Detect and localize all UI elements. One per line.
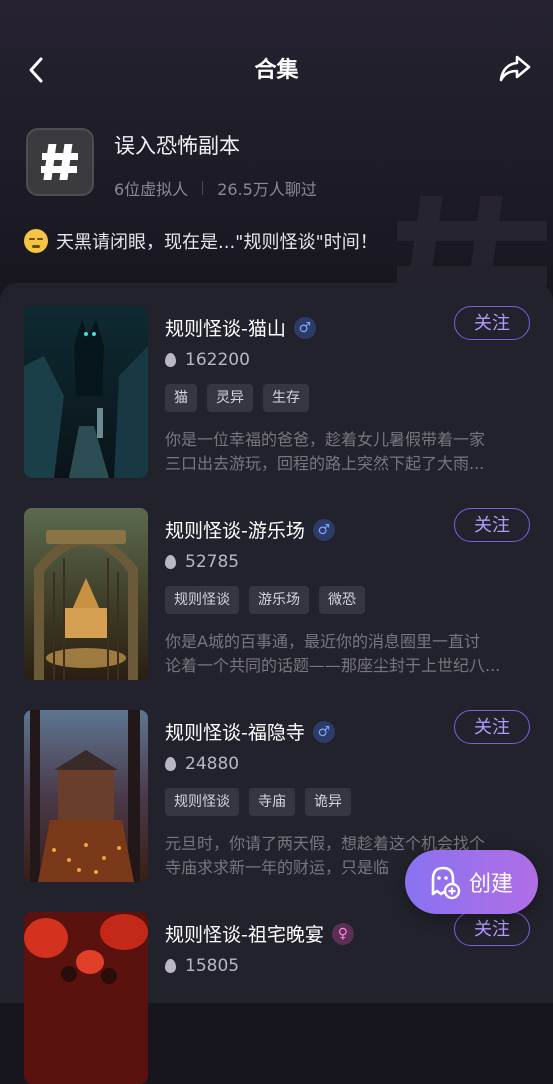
chat-count: 26.5万人聊过 [217, 180, 317, 199]
description-line: 你是一位幸福的爸爸，趁着女儿暑假带着一家 [165, 430, 486, 449]
tag[interactable]: 生存 [263, 384, 309, 412]
tag-list: 规则怪谈 游乐场 微恐 [165, 586, 375, 614]
ghost-plus-icon [431, 866, 461, 900]
flame-icon [165, 757, 176, 771]
tag[interactable]: 规则怪谈 [165, 586, 239, 614]
male-icon: ♂ [293, 316, 316, 339]
cover-image [24, 710, 148, 882]
persona-title: 规则怪谈-祖宅晚宴 ♀ [165, 920, 354, 947]
persona-title-text: 规则怪谈-祖宅晚宴 [165, 924, 324, 946]
list-item[interactable]: 规则怪谈-祖宅晚宴 ♀ 关注 15805 [24, 912, 530, 1084]
list-item[interactable]: 规则怪谈-游乐场 ♂ 关注 52785 规则怪谈 游乐场 微恐 你是A城的百事通… [24, 508, 530, 680]
tag-list: 猫 灵异 生存 [165, 384, 319, 412]
collection-stats: 6位虚拟人 26.5万人聊过 [114, 176, 317, 200]
popularity-count: 52785 [165, 552, 239, 572]
top-bar: 合集 [0, 36, 553, 100]
description-line: 论着一个共同的话题——那座尘封于上世纪八... [165, 656, 501, 675]
popularity-value: 24880 [185, 754, 240, 774]
persona-title: 规则怪谈-猫山 ♂ [165, 314, 316, 341]
cover-image [24, 306, 148, 478]
popularity-count: 24880 [165, 754, 239, 774]
page-title: 合集 [254, 58, 299, 83]
popularity-value: 162200 [185, 350, 250, 370]
flame-icon [165, 555, 176, 569]
cover-image [24, 912, 148, 1084]
collection-hash-icon [26, 128, 94, 196]
flame-icon [165, 353, 176, 367]
popularity-count: 15805 [165, 956, 239, 976]
follow-button[interactable]: 关注 [454, 306, 530, 340]
persona-title-text: 规则怪谈-猫山 [165, 318, 286, 340]
create-button-label: 创建 [469, 872, 514, 897]
share-button[interactable] [495, 50, 535, 86]
cover-image [24, 508, 148, 680]
description-line: 三口出去游玩，回程的路上突然下起了大雨... [165, 454, 485, 473]
flame-icon [165, 959, 176, 973]
stats-divider [202, 181, 204, 195]
male-icon: ♂ [312, 720, 335, 743]
follow-button[interactable]: 关注 [454, 710, 530, 744]
background-hash-icon [397, 196, 547, 296]
popularity-value: 52785 [185, 552, 240, 572]
tag[interactable]: 灵异 [207, 384, 253, 412]
persona-title: 规则怪谈-游乐场 ♂ [165, 516, 335, 543]
follow-button[interactable]: 关注 [454, 912, 530, 946]
female-icon: ♀ [331, 922, 354, 945]
description-line: 你是A城的百事通，最近你的消息圈里一直讨 [165, 632, 480, 651]
sleepy-face-icon [24, 229, 48, 253]
popularity-value: 15805 [185, 956, 240, 976]
persona-title-text: 规则怪谈-福隐寺 [165, 722, 305, 744]
collection-description-text: 天黑请闭眼，现在是..."规则怪谈"时间！ [56, 232, 378, 253]
persona-count: 6位虚拟人 [114, 180, 189, 199]
tag[interactable]: 诡异 [305, 788, 351, 816]
create-button[interactable]: 创建 [405, 850, 538, 914]
tag-list: 规则怪谈 寺庙 诡异 [165, 788, 361, 816]
male-icon: ♂ [312, 518, 335, 541]
popularity-count: 162200 [165, 350, 250, 370]
tag[interactable]: 游乐场 [249, 586, 309, 614]
follow-button[interactable]: 关注 [454, 508, 530, 542]
tag[interactable]: 微恐 [319, 586, 365, 614]
persona-description: 你是一位幸福的爸爸，趁着女儿暑假带着一家 三口出去游玩，回程的路上突然下起了大雨… [165, 428, 527, 476]
list-item[interactable]: 规则怪谈-猫山 ♂ 关注 162200 猫 灵异 生存 你是一位幸福的爸爸，趁着… [24, 306, 530, 478]
persona-description: 你是A城的百事通，最近你的消息圈里一直讨 论着一个共同的话题——那座尘封于上世纪… [165, 630, 527, 678]
persona-title: 规则怪谈-福隐寺 ♂ [165, 718, 335, 745]
collection-name: 误入恐怖副本 [114, 134, 240, 158]
persona-title-text: 规则怪谈-游乐场 [165, 520, 305, 542]
tag[interactable]: 猫 [165, 384, 197, 412]
tag[interactable]: 寺庙 [249, 788, 295, 816]
collection-description: 天黑请闭眼，现在是..."规则怪谈"时间！ [24, 228, 378, 254]
share-icon [499, 55, 531, 82]
tag[interactable]: 规则怪谈 [165, 788, 239, 816]
